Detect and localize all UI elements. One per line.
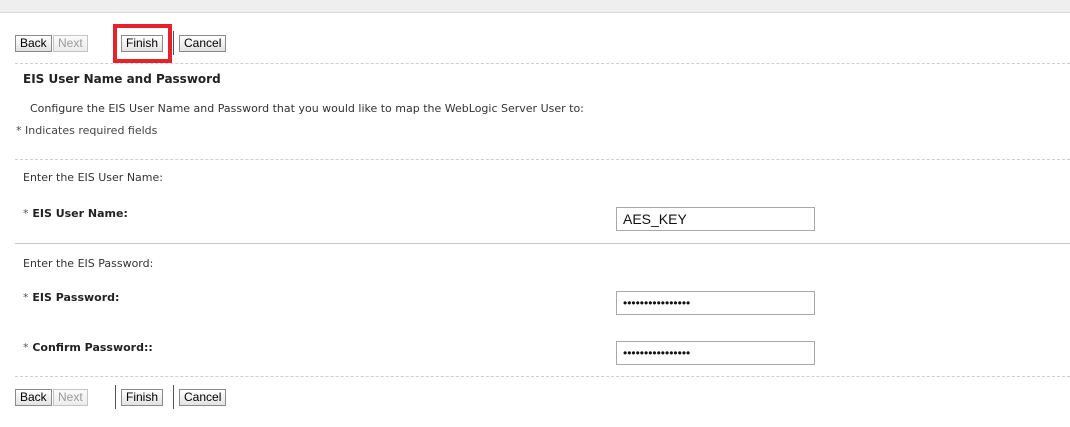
top-bar xyxy=(0,0,1070,13)
back-button[interactable]: Back xyxy=(15,35,52,52)
required-marker: * xyxy=(23,341,29,354)
eis-password-field[interactable]: •••••••••••••••• xyxy=(616,291,815,315)
username-label-text: EIS User Name: xyxy=(32,207,128,220)
cancel-button[interactable]: Cancel xyxy=(179,389,227,406)
required-marker: * xyxy=(23,207,29,220)
confirm-password-label-text: Confirm Password:: xyxy=(32,341,153,354)
confirm-password-label: * Confirm Password:: xyxy=(23,341,153,354)
next-button[interactable]: Next xyxy=(53,35,88,52)
divider xyxy=(15,243,1070,244)
divider xyxy=(15,376,1070,377)
next-button[interactable]: Next xyxy=(53,389,88,406)
cancel-button[interactable]: Cancel xyxy=(179,35,227,52)
finish-button[interactable]: Finish xyxy=(121,35,164,52)
button-separator xyxy=(173,385,174,409)
password-prompt: Enter the EIS Password: xyxy=(23,257,154,270)
back-button[interactable]: Back xyxy=(15,389,52,406)
username-label: * EIS User Name: xyxy=(23,207,128,220)
required-marker: * xyxy=(23,291,29,304)
button-separator xyxy=(115,385,116,409)
confirm-password-field[interactable]: •••••••••••••••• xyxy=(616,341,815,365)
divider xyxy=(15,159,1070,160)
eis-username-field[interactable] xyxy=(616,207,815,231)
section-title: EIS User Name and Password xyxy=(23,72,221,86)
finish-button[interactable]: Finish xyxy=(121,389,164,406)
section-description: Configure the EIS User Name and Password… xyxy=(30,102,584,115)
button-separator xyxy=(173,31,174,55)
divider xyxy=(15,63,1070,64)
password-label-text: EIS Password: xyxy=(32,291,120,304)
username-prompt: Enter the EIS User Name: xyxy=(23,171,163,184)
password-label: * EIS Password: xyxy=(23,291,119,304)
required-fields-note: * Indicates required fields xyxy=(16,124,158,137)
